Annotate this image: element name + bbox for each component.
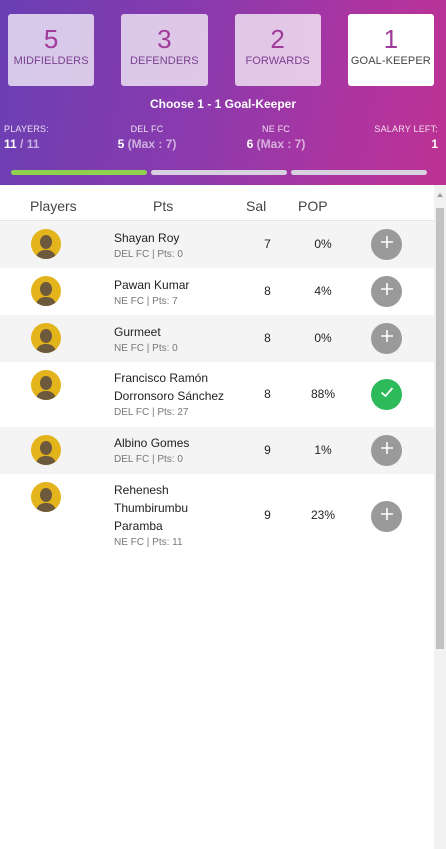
scrollbar[interactable]	[434, 185, 446, 849]
tab-count: 3	[157, 24, 172, 54]
tab-midfielders[interactable]: 5 MIDFIELDERS	[8, 14, 95, 86]
progress-segment	[11, 170, 147, 175]
plus-icon	[380, 329, 394, 348]
player-popularity: 1%	[314, 443, 332, 457]
team2-count-stat: NE FC 6 (Max : 7)	[240, 124, 312, 151]
player-name: Shayan Roy	[114, 231, 180, 245]
player-row: Pawan Kumar NE FC | Pts: 7 8 4%	[0, 268, 434, 315]
position-tabs: 5 MIDFIELDERS 3 DEFENDERS 2 FORWARDS 1 G…	[8, 14, 434, 86]
player-popularity: 88%	[310, 387, 336, 401]
stat-title: PLAYERS:	[4, 124, 49, 134]
add-player-button[interactable]	[371, 276, 402, 307]
player-name: Gurmeet	[114, 325, 161, 339]
column-pts: Pts	[153, 198, 174, 214]
player-avatar-icon	[31, 229, 61, 259]
player-avatar-icon	[31, 435, 61, 465]
selection-instruction: Choose 1 - 1 Goal-Keeper	[149, 97, 297, 111]
player-salary: 8	[264, 387, 271, 401]
player-name: Albino Gomes	[114, 436, 190, 450]
player-avatar-icon	[31, 276, 61, 306]
player-name: Francisco Ramón Dorronsoro Sánchez	[114, 371, 225, 403]
player-salary: 9	[264, 508, 271, 522]
player-row: Shayan Roy DEL FC | Pts: 0 7 0%	[0, 221, 434, 268]
player-salary: 7	[264, 237, 271, 251]
player-team-points: NE FC | Pts: 11	[114, 537, 183, 548]
stat-value: 5 (Max : 7)	[117, 137, 177, 151]
tab-count: 5	[43, 24, 59, 54]
player-row: Albino Gomes DEL FC | Pts: 0 9 1%	[0, 427, 434, 474]
add-player-button[interactable]	[371, 501, 402, 532]
tab-label: MIDFIELDERS	[13, 55, 89, 67]
add-player-button[interactable]	[371, 435, 402, 466]
check-icon	[379, 384, 395, 405]
player-row: Gurmeet NE FC | Pts: 0 8 0%	[0, 315, 434, 362]
player-team-points: DEL FC | Pts: 27	[114, 407, 189, 418]
player-salary: 8	[264, 331, 271, 345]
tab-goal-keeper[interactable]: 1 GOAL-KEEPER	[347, 14, 434, 86]
player-team-points: DEL FC | Pts: 0	[114, 454, 183, 465]
column-players: Players	[30, 198, 77, 214]
tab-label: FORWARDS	[245, 55, 310, 67]
player-popularity: 4%	[314, 284, 332, 298]
tab-count: 2	[270, 24, 285, 54]
progress-segment	[291, 170, 427, 175]
player-avatar-icon	[31, 370, 61, 400]
tab-defenders[interactable]: 3 DEFENDERS	[121, 14, 208, 86]
player-team-points: DEL FC | Pts: 0	[114, 249, 183, 260]
player-avatar-icon	[31, 323, 61, 353]
player-table-header: Players Pts Sal POP	[0, 185, 434, 221]
stat-title: DEL FC	[130, 124, 164, 134]
plus-icon	[380, 507, 394, 526]
stat-title: NE FC	[262, 124, 290, 134]
player-salary: 9	[264, 443, 271, 457]
player-popularity: 0%	[314, 331, 332, 345]
stat-title: SALARY LEFT:	[374, 124, 438, 134]
tab-label: DEFENDERS	[130, 55, 199, 67]
progress-segment	[151, 170, 287, 175]
player-popularity: 0%	[314, 237, 332, 251]
player-row: Rehenesh Thumbirumbu Paramba NE FC | Pts…	[0, 474, 434, 558]
team1-count-stat: DEL FC 5 (Max : 7)	[108, 124, 186, 151]
player-avatar-icon	[31, 482, 61, 512]
plus-icon	[380, 235, 394, 254]
player-name: Rehenesh Thumbirumbu Paramba	[114, 483, 189, 533]
player-list: Shayan Roy DEL FC | Pts: 0 7 0% Pawan Ku…	[0, 221, 434, 558]
player-team-points: NE FC | Pts: 0	[114, 343, 178, 354]
stat-value: 6 (Max : 7)	[246, 137, 306, 151]
stat-value: 1	[431, 137, 438, 151]
plus-icon	[380, 282, 394, 301]
column-sal: Sal	[246, 198, 267, 214]
remove-player-button[interactable]	[371, 379, 402, 410]
players-count-stat: PLAYERS: 11 / 11	[4, 124, 49, 151]
player-name: Pawan Kumar	[114, 278, 190, 292]
player-salary: 8	[264, 284, 271, 298]
salary-left-stat: SALARY LEFT: 1	[374, 124, 438, 151]
player-team-points: NE FC | Pts: 7	[114, 296, 178, 307]
plus-icon	[380, 441, 394, 460]
column-pop: POP	[298, 198, 328, 214]
stat-value: 11 / 11	[4, 137, 40, 151]
tab-count: 1	[383, 24, 399, 54]
add-player-button[interactable]	[371, 323, 402, 354]
player-popularity: 23%	[310, 508, 336, 522]
team-header: 5 MIDFIELDERS 3 DEFENDERS 2 FORWARDS 1 G…	[0, 0, 446, 185]
scrollbar-thumb[interactable]	[436, 208, 444, 649]
player-row: Francisco Ramón Dorronsoro Sánchez DEL F…	[0, 362, 434, 427]
tab-label: GOAL-KEEPER	[350, 55, 431, 67]
scroll-up-arrow-icon[interactable]	[437, 193, 443, 197]
add-player-button[interactable]	[371, 229, 402, 260]
team-progress-bar	[11, 170, 427, 175]
tab-forwards[interactable]: 2 FORWARDS	[234, 14, 321, 86]
